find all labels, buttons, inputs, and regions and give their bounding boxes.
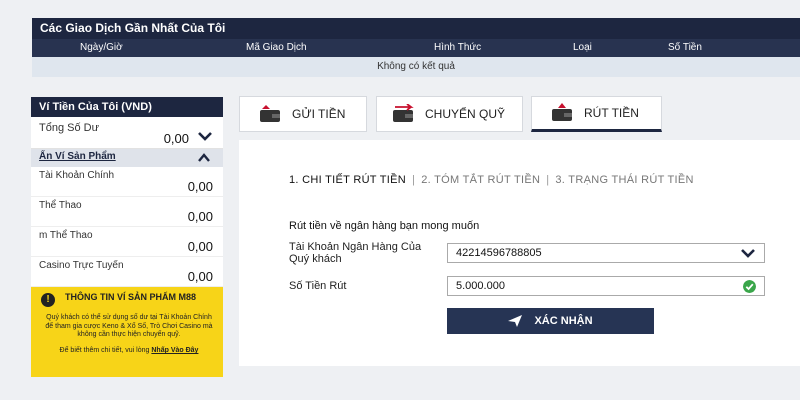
tab-transfer[interactable]: CHUYỂN QUỸ xyxy=(376,96,523,132)
wallet-item-label: Tài Khoản Chính xyxy=(39,170,115,181)
col-transaction-id[interactable]: Mã Giao Dịch xyxy=(246,39,307,57)
amount-input[interactable]: 5.000.000 xyxy=(447,276,765,296)
wallet-total-row[interactable]: Tổng Số Dư 0,00 xyxy=(31,117,223,149)
wallet-sidebar: Ví Tiền Của Tôi (VND) Tổng Số Dư 0,00 Ẩn… xyxy=(31,97,223,377)
amount-label: Số Tiền Rút xyxy=(289,280,347,292)
step-3: 3. TRẠNG THÁI RÚT TIỀN xyxy=(555,174,694,186)
wallet-transfer-icon xyxy=(393,104,414,122)
info-box-more: Để biết thêm chi tiết, vui lòng Nhấp Vào… xyxy=(41,347,217,356)
col-type[interactable]: Loại xyxy=(573,39,592,57)
tab-deposit-label: GỬI TIỀN xyxy=(292,107,346,121)
col-amount[interactable]: Số Tiền xyxy=(668,39,702,57)
tab-transfer-label: CHUYỂN QUỸ xyxy=(425,107,506,121)
wallet-item-value: 0,00 xyxy=(187,179,213,194)
wallet-item-label: Thể Thao xyxy=(39,200,82,211)
step-divider: | xyxy=(412,174,416,186)
total-balance-value: 0,00 xyxy=(163,131,189,146)
hide-product-wallets-label[interactable]: Ẩn Ví Sản Phẩm xyxy=(39,151,116,162)
total-balance-label: Tổng Số Dư xyxy=(39,122,99,134)
wallet-title: Ví Tiền Của Tôi (VND) xyxy=(31,97,223,117)
col-datetime[interactable]: Ngày/Giờ xyxy=(80,39,123,57)
withdraw-steps: 1. CHI TIẾT RÚT TIỀN | 2. TÓM TẮT RÚT TIỀN… xyxy=(289,174,694,186)
product-wallet-info-box: ! THÔNG TIN VÍ SẢN PHẨM M88 Quý khách có… xyxy=(31,287,223,377)
withdraw-subtitle: Rút tiền về ngân hàng bạn mong muốn xyxy=(289,220,480,232)
transactions-empty-message: Không có kết quả xyxy=(32,57,800,77)
wallet-item-label: m Thể Thao xyxy=(39,230,93,241)
info-box-title: THÔNG TIN VÍ SẢN PHẨM M88 xyxy=(65,292,197,302)
step-2: 2. TÓM TẮT RÚT TIỀN xyxy=(421,174,541,186)
chevron-down-icon[interactable] xyxy=(740,247,756,260)
chevron-up-icon[interactable] xyxy=(197,152,211,164)
info-bulb-icon: ! xyxy=(41,293,55,307)
check-circle-icon xyxy=(743,280,756,293)
click-here-link[interactable]: Nhấp Vào Đây xyxy=(151,347,198,354)
tab-withdraw-label: RÚT TIỀN xyxy=(584,106,639,120)
wallet-deposit-icon xyxy=(260,105,280,122)
recent-transactions-panel: Các Giao Dịch Gần Nhất Của Tôi Ngày/Giờ … xyxy=(32,18,800,77)
wallet-item-m-sports: m Thể Thao 0,00 xyxy=(31,227,223,257)
wallet-item-label: Casino Trực Tuyến xyxy=(39,260,124,271)
wallet-item-online-casino: Casino Trực Tuyến 0,00 xyxy=(31,257,223,287)
wallet-item-value: 0,00 xyxy=(187,269,213,284)
bank-account-value: 42214596788805 xyxy=(456,247,542,259)
step-1: 1. CHI TIẾT RÚT TIỀN xyxy=(289,174,407,186)
wallet-item-sports: Thể Thao 0,00 xyxy=(31,197,223,227)
transactions-table-header: Ngày/Giờ Mã Giao Dịch Hình Thức Loại Số … xyxy=(32,39,800,57)
tab-deposit[interactable]: GỬI TIỀN xyxy=(239,96,367,132)
chevron-down-icon[interactable] xyxy=(197,129,213,143)
hide-product-wallets-toggle[interactable]: Ẩn Ví Sản Phẩm xyxy=(31,149,223,167)
wallet-item-value: 0,00 xyxy=(187,209,213,224)
wallet-item-value: 0,00 xyxy=(187,239,213,254)
bank-account-label: Tài Khoản Ngân Hàng Của Quý khách xyxy=(289,241,422,265)
recent-transactions-title: Các Giao Dịch Gần Nhất Của Tôi xyxy=(32,18,800,39)
info-box-body: Quý khách có thể sử dụng số dư tại Tài K… xyxy=(45,314,213,338)
col-method[interactable]: Hình Thức xyxy=(434,39,481,57)
send-icon xyxy=(508,315,523,327)
amount-value: 5.000.000 xyxy=(456,280,505,292)
confirm-button[interactable]: XÁC NHẬN xyxy=(447,308,654,334)
wallet-withdraw-icon xyxy=(552,103,572,121)
wallet-item-main-account: Tài Khoản Chính 0,00 xyxy=(31,167,223,197)
step-divider: | xyxy=(546,174,550,186)
bank-account-select[interactable]: 42214596788805 xyxy=(447,243,765,263)
withdraw-panel: 1. CHI TIẾT RÚT TIỀN | 2. TÓM TẮT RÚT TIỀN… xyxy=(239,140,800,366)
confirm-button-label: XÁC NHẬN xyxy=(534,315,593,327)
tab-withdraw[interactable]: RÚT TIỀN xyxy=(531,96,662,132)
info-box-more-text: Để biết thêm chi tiết, vui lòng xyxy=(59,347,150,354)
